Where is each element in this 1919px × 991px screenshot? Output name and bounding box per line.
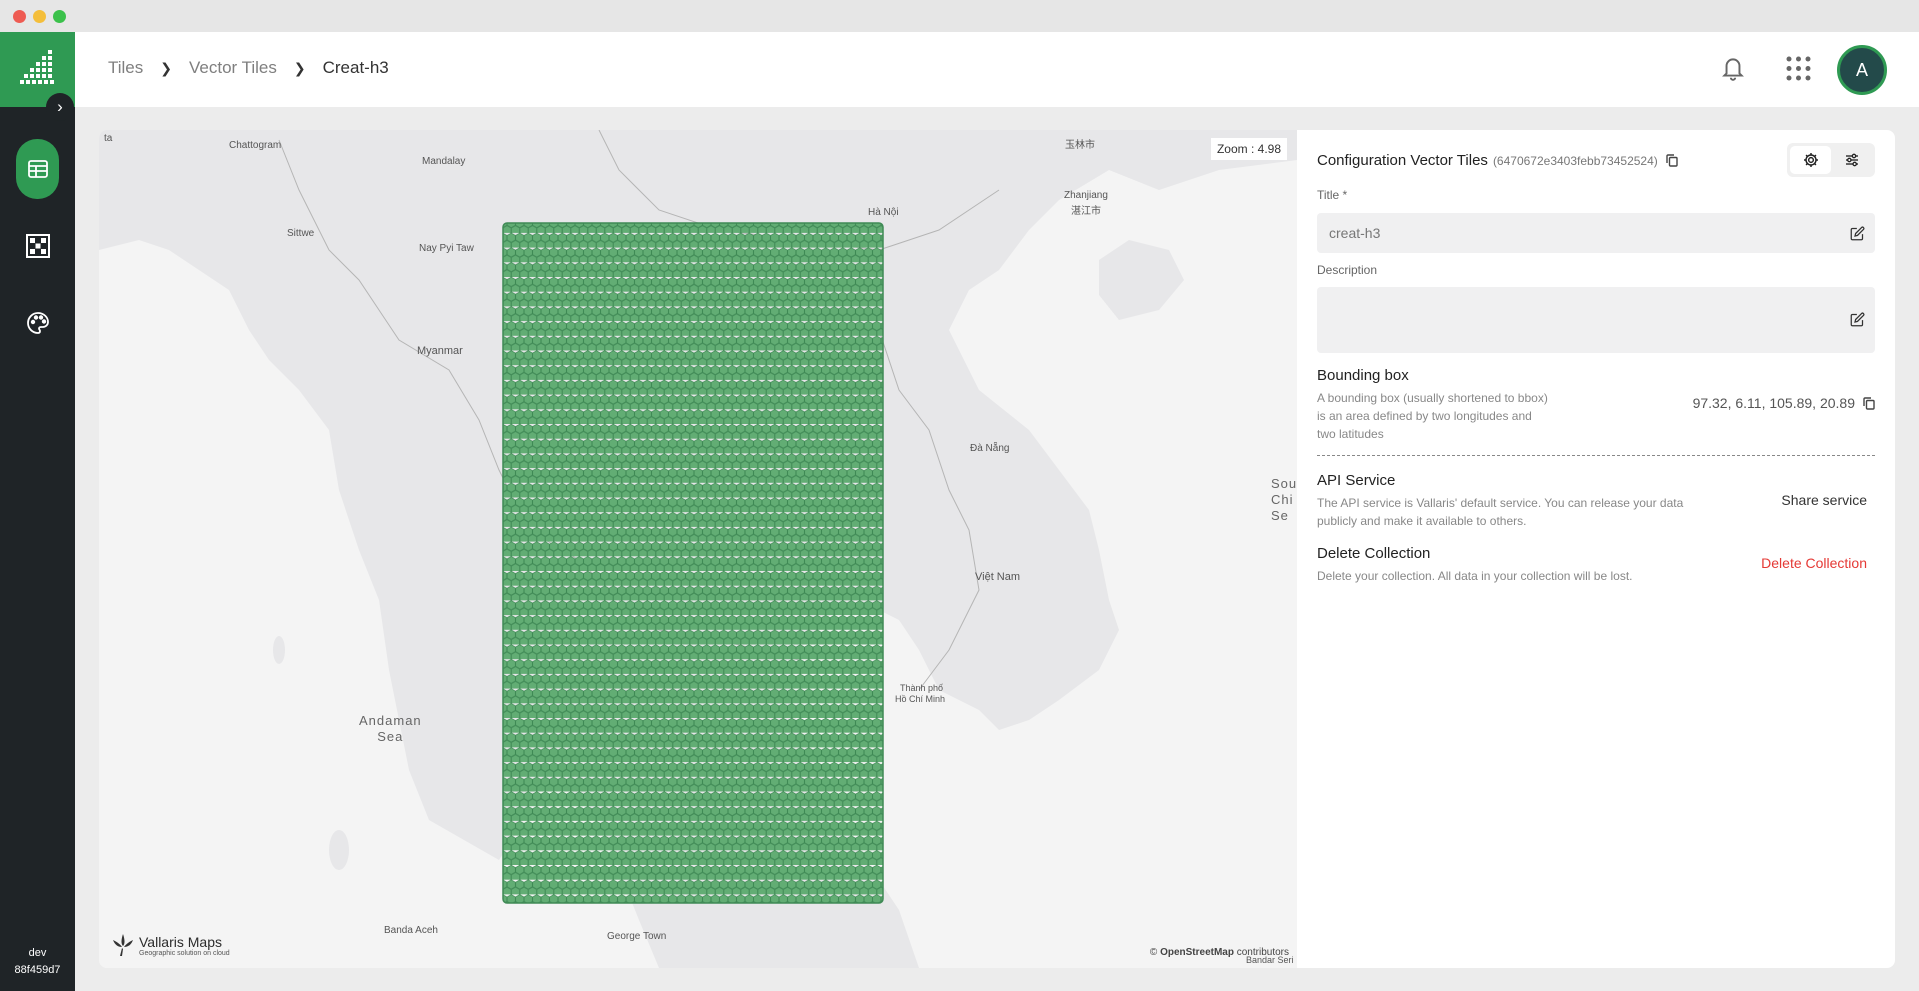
chevron-right-icon: › [57, 97, 63, 116]
api-description: The API service is Vallaris' default ser… [1317, 496, 1684, 528]
map-label: Mandalay [422, 156, 466, 167]
map-label: Hà Nội [868, 207, 899, 218]
zoom-indicator: Zoom : 4.98 [1210, 138, 1287, 160]
title-field[interactable]: creat-h3 [1317, 213, 1875, 253]
bbox-value: 97.32, 6.11, 105.89, 20.89 [1693, 395, 1875, 411]
leaf-icon [113, 934, 133, 956]
map-label-sea: Andaman Sea [359, 713, 422, 744]
edit-icon[interactable] [1850, 226, 1865, 241]
build-hash: 88f459d7 [14, 964, 61, 976]
edit-icon[interactable] [1850, 312, 1865, 327]
delete-collection-button[interactable]: Delete Collection [1761, 555, 1867, 571]
map-label: ta [104, 133, 113, 144]
header: Tiles ❯ Vector Tiles ❯ Creat-h3 A [75, 32, 1919, 107]
title-label: Title * [1317, 188, 1348, 202]
copy-icon[interactable] [1863, 396, 1875, 410]
sidebar-item-tilesets[interactable] [16, 216, 59, 276]
delete-description: Delete your collection. All data in your… [1317, 569, 1633, 583]
vallaris-logo[interactable]: Vallaris Maps Geographic solution on clo… [111, 932, 230, 958]
minimize-window-button[interactable] [33, 10, 46, 23]
breadcrumb: Tiles ❯ Vector Tiles ❯ Creat-h3 [108, 58, 389, 78]
map-basemap [99, 130, 1297, 968]
share-service-button[interactable]: Share service [1781, 492, 1867, 508]
sidebar-item-tiles[interactable] [16, 139, 59, 199]
osm-link[interactable]: OpenStreetMap [1160, 947, 1234, 958]
sidebar: › dev 88f459d7 [0, 32, 75, 991]
panel-title: Configuration Vector Tiles (6470672e3403… [1317, 152, 1678, 169]
breadcrumb-current: Creat-h3 [322, 58, 389, 77]
map-label: Hồ Chí Minh [895, 694, 946, 704]
map-label: Việt Nam [975, 571, 1021, 583]
brand-name: Vallaris Maps [139, 933, 222, 950]
config-panel: Configuration Vector Tiles (6470672e3403… [1297, 130, 1895, 968]
copy-icon[interactable] [1666, 154, 1678, 167]
close-window-button[interactable] [13, 10, 26, 23]
panel-tabs [1787, 143, 1875, 177]
build-info: dev 88f459d7 [0, 945, 75, 979]
map-label: Myanmar [417, 345, 463, 357]
sidebar-expand-button[interactable]: › [46, 93, 74, 121]
delete-title: Delete Collection [1317, 545, 1431, 562]
sliders-icon [1845, 153, 1858, 167]
divider [1317, 455, 1875, 456]
title-value: creat-h3 [1329, 225, 1381, 241]
bell-icon[interactable] [1720, 54, 1746, 82]
avatar[interactable]: A [1837, 45, 1887, 95]
map-view[interactable]: ta Chattogram Mandalay Sittwe Nay Pyi Ta… [99, 130, 1297, 968]
tab-filters[interactable] [1831, 146, 1872, 174]
apps-grid-icon[interactable] [1786, 56, 1811, 81]
map-label: Đà Nẵng [970, 443, 1010, 454]
map-label: 湛江市 [1071, 206, 1101, 217]
checker-grid-icon [25, 234, 50, 258]
breadcrumb-item-tiles[interactable]: Tiles [108, 58, 143, 78]
description-label: Description [1317, 263, 1378, 277]
env-label: dev [28, 947, 47, 959]
gear-icon [1803, 153, 1818, 167]
map-label: Sittwe [287, 228, 315, 239]
map-label: Nay Pyi Taw [419, 243, 474, 254]
bbox-title: Bounding box [1317, 367, 1409, 384]
map-label: Banda Aceh [384, 925, 438, 936]
map-label-sea: Sou Chi Se [1271, 476, 1297, 523]
brand-tagline: Geographic solution on cloud [139, 949, 230, 957]
description-field[interactable] [1317, 287, 1875, 353]
map-label: Thành phố [900, 683, 944, 693]
sidebar-item-styles[interactable] [16, 293, 59, 353]
palette-icon [26, 312, 49, 334]
map-label: 玉林市 [1065, 140, 1095, 151]
chevron-right-icon: ❯ [160, 59, 172, 76]
map-label: Chattogram [229, 140, 282, 151]
window-titlebar [0, 0, 1919, 32]
map-label: George Town [607, 931, 667, 942]
chevron-right-icon: ❯ [293, 59, 306, 76]
collection-id: (6470672e3403febb73452524) [1492, 153, 1658, 168]
bbox-description: A bounding box (usually shortened to bbo… [1317, 391, 1548, 441]
api-title: API Service [1317, 472, 1396, 489]
breadcrumb-item-vector-tiles[interactable]: Vector Tiles [189, 58, 277, 78]
table-icon [27, 160, 48, 178]
maximize-window-button[interactable] [53, 10, 66, 23]
map-label: Zhanjiang [1064, 190, 1108, 201]
map-attribution: © OpenStreetMap contributors [1149, 947, 1289, 958]
tab-settings[interactable] [1790, 146, 1831, 174]
